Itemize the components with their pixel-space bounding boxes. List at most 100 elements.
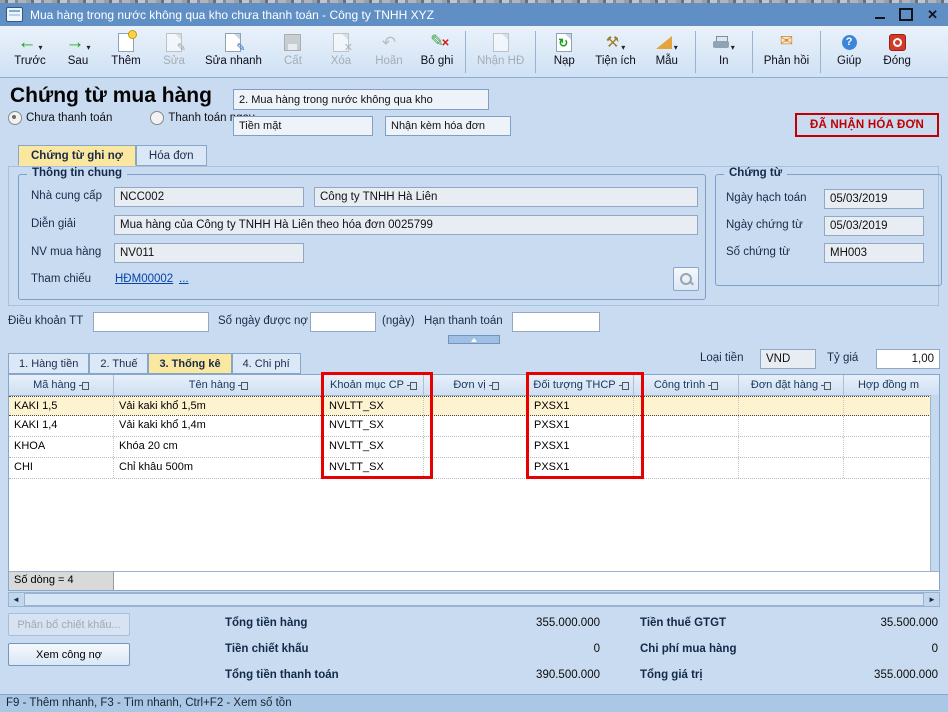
tab-debit-note[interactable]: Chứng từ ghi nợ bbox=[18, 145, 136, 166]
supplier-code-field[interactable]: NCC002 bbox=[114, 187, 304, 207]
cell[interactable] bbox=[424, 416, 529, 436]
buyer-code-field[interactable]: NV011 bbox=[114, 243, 304, 263]
pin-icon[interactable] bbox=[708, 381, 718, 390]
pin-icon[interactable] bbox=[489, 381, 499, 390]
toolbar-button-unpost[interactable]: ✎✕ Bỏ ghi bbox=[413, 29, 461, 68]
description-field[interactable]: Mua hàng của Công ty TNHH Hà Liên theo h… bbox=[114, 215, 698, 235]
cell[interactable] bbox=[739, 416, 844, 436]
table-row[interactable]: KAKI 1,4 Vải kaki khổ 1,4m NVLTT_SX PXSX… bbox=[9, 416, 939, 437]
table-row[interactable]: KHOA Khóa 20 cm NVLTT_SX PXSX1 bbox=[9, 437, 939, 458]
cell[interactable] bbox=[739, 437, 844, 457]
allocate-discount-button[interactable]: Phân bổ chiết khấu... bbox=[8, 613, 130, 636]
pin-icon[interactable] bbox=[619, 381, 629, 390]
due-date-field[interactable] bbox=[512, 312, 600, 332]
toolbar-button-undo[interactable]: ↶ Hoãn bbox=[365, 29, 413, 68]
table-row[interactable]: KAKI 1,5 Vải kaki khổ 1,5m NVLTT_SX PXSX… bbox=[9, 396, 939, 416]
cell[interactable]: PXSX1 bbox=[529, 458, 634, 478]
toolbar-button-feedback[interactable]: ✉ Phản hồi bbox=[757, 29, 816, 68]
cell[interactable]: Vải kaki khổ 1,4m bbox=[114, 416, 324, 436]
payment-method-combobox[interactable]: Tiền mặt bbox=[233, 116, 373, 136]
cell[interactable]: KHOA bbox=[9, 437, 114, 457]
cell[interactable] bbox=[739, 397, 844, 415]
column-header-ma-hang[interactable]: Mã hàng bbox=[9, 375, 114, 395]
cell[interactable] bbox=[424, 458, 529, 478]
toolbar-button-template[interactable]: ▾ Mẫu bbox=[643, 29, 691, 68]
column-header-khoan-muc-cp[interactable]: Khoản mục CP bbox=[324, 375, 424, 395]
cell[interactable] bbox=[844, 397, 933, 415]
cell[interactable] bbox=[844, 437, 933, 457]
column-header-ten-hang[interactable]: Tên hàng bbox=[114, 375, 324, 395]
cell[interactable]: Chỉ khâu 500m bbox=[114, 458, 324, 478]
column-header-hop-dong[interactable]: Hợp đồng m bbox=[844, 375, 933, 395]
pin-icon[interactable] bbox=[79, 381, 89, 390]
cell[interactable] bbox=[634, 397, 739, 415]
table-row[interactable]: CHI Chỉ khâu 500m NVLTT_SX PXSX1 bbox=[9, 458, 939, 479]
tab-invoice[interactable]: Hóa đơn bbox=[136, 145, 207, 166]
toolbar-button-help[interactable]: ? Giúp bbox=[825, 29, 873, 68]
cell[interactable]: KAKI 1,4 bbox=[9, 416, 114, 436]
cell[interactable]: KAKI 1,5 bbox=[9, 397, 114, 415]
cell[interactable] bbox=[844, 416, 933, 436]
column-header-doi-tuong-thcp[interactable]: Đối tượng THCP bbox=[529, 375, 634, 395]
cell[interactable]: NVLTT_SX bbox=[324, 397, 424, 415]
toolbar-button-reload[interactable]: ↻ Nạp bbox=[540, 29, 588, 68]
currency-field[interactable]: VND bbox=[760, 349, 816, 369]
toolbar-button-delete[interactable]: ✕ Xóa bbox=[317, 29, 365, 68]
column-header-cong-trinh[interactable]: Công trình bbox=[634, 375, 739, 395]
cell[interactable]: PXSX1 bbox=[529, 416, 634, 436]
scroll-left-icon[interactable]: ◄ bbox=[9, 593, 23, 606]
doc-no-field[interactable]: MH003 bbox=[824, 243, 924, 263]
grid-tab-items[interactable]: 1. Hàng tiền bbox=[8, 353, 89, 374]
invoice-option-combobox[interactable]: Nhận kèm hóa đơn bbox=[385, 116, 511, 136]
column-header-don-dat-hang[interactable]: Đơn đặt hàng bbox=[739, 375, 844, 395]
toolbar-button-print[interactable]: ▾ In bbox=[700, 29, 748, 68]
grid-tab-costs[interactable]: 4. Chi phí bbox=[232, 353, 301, 374]
reference-more-link[interactable]: ... bbox=[179, 273, 189, 285]
cell[interactable] bbox=[844, 458, 933, 478]
scrollbar-thumb[interactable] bbox=[24, 593, 924, 606]
reference-link[interactable]: HĐM00002 bbox=[115, 273, 173, 285]
rate-field[interactable]: 1,00 bbox=[876, 349, 940, 369]
view-debt-button[interactable]: Xem công nợ bbox=[8, 643, 130, 666]
pin-icon[interactable] bbox=[238, 381, 248, 390]
toolbar-button-utilities[interactable]: ⚒▾ Tiện ích bbox=[588, 29, 642, 68]
cell[interactable] bbox=[634, 458, 739, 478]
cell[interactable]: NVLTT_SX bbox=[324, 458, 424, 478]
toolbar-button-close[interactable]: Đóng bbox=[873, 29, 921, 68]
doc-type-combobox[interactable]: 2. Mua hàng trong nước không qua kho bbox=[233, 89, 489, 110]
cell[interactable] bbox=[634, 416, 739, 436]
cell[interactable]: NVLTT_SX bbox=[324, 437, 424, 457]
cell[interactable] bbox=[739, 458, 844, 478]
pin-icon[interactable] bbox=[407, 381, 417, 390]
cell[interactable]: Vải kaki khổ 1,5m bbox=[114, 397, 324, 415]
vertical-scrollbar[interactable] bbox=[930, 395, 939, 572]
grid-tab-tax[interactable]: 2. Thuế bbox=[89, 353, 148, 374]
terms-field[interactable] bbox=[93, 312, 209, 332]
pin-icon[interactable] bbox=[821, 381, 831, 390]
cell[interactable]: Khóa 20 cm bbox=[114, 437, 324, 457]
maximize-icon[interactable] bbox=[899, 8, 913, 21]
cell[interactable]: PXSX1 bbox=[529, 437, 634, 457]
toolbar-button-add[interactable]: Thêm bbox=[102, 29, 150, 68]
cell[interactable] bbox=[634, 437, 739, 457]
close-icon[interactable]: ✕ bbox=[927, 8, 938, 21]
toolbar-button-quick-edit[interactable]: ✎ Sửa nhanh bbox=[198, 29, 269, 68]
cell[interactable] bbox=[424, 397, 529, 415]
toolbar-button-next[interactable]: →▾ Sau bbox=[54, 29, 102, 68]
toolbar-button-receive-invoice[interactable]: Nhận HĐ bbox=[470, 29, 531, 68]
cell[interactable]: NVLTT_SX bbox=[324, 416, 424, 436]
radio-unpaid[interactable]: Chưa thanh toán bbox=[8, 111, 112, 125]
posting-date-field[interactable]: 05/03/2019 bbox=[824, 189, 924, 209]
minimize-icon[interactable] bbox=[875, 17, 885, 19]
cell[interactable]: CHI bbox=[9, 458, 114, 478]
toolbar-button-previous[interactable]: ←▾ Trước bbox=[6, 29, 54, 68]
cell[interactable]: PXSX1 bbox=[529, 397, 634, 415]
supplier-name-field[interactable]: Công ty TNHH Hà Liên bbox=[314, 187, 698, 207]
cell[interactable] bbox=[424, 437, 529, 457]
collapse-splitter-button[interactable] bbox=[448, 335, 500, 344]
column-header-don-vi[interactable]: Đơn vị bbox=[424, 375, 529, 395]
toolbar-button-save[interactable]: Cất bbox=[269, 29, 317, 68]
horizontal-scrollbar[interactable]: ◄ ► bbox=[8, 592, 940, 607]
debt-days-field[interactable] bbox=[310, 312, 376, 332]
scroll-right-icon[interactable]: ► bbox=[925, 593, 939, 606]
